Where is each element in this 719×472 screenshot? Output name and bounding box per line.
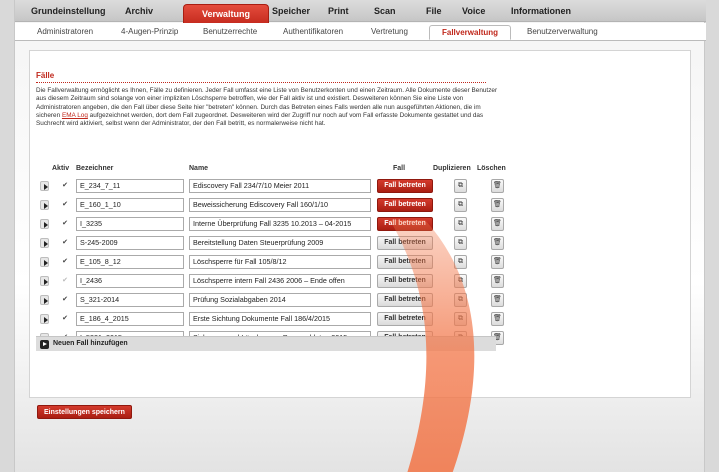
active-checkbox[interactable]: ✔ xyxy=(61,258,69,266)
trash-icon[interactable]: 🗑 xyxy=(491,236,504,250)
ema-log-link[interactable]: EMA Log xyxy=(62,112,88,119)
trash-icon[interactable]: 🗑 xyxy=(491,255,504,269)
app-frame: Grundeinstellung Archiv Verwaltung Speic… xyxy=(14,0,706,472)
subtab-benutzerrechte[interactable]: Benutzerrechte xyxy=(203,27,257,36)
case-code-input[interactable]: I_3235 xyxy=(76,217,184,231)
case-name-input[interactable]: Beweissicherung Ediscovery Fall 160/1/10 xyxy=(189,198,371,212)
table-row: ✔ E_234_7_11 Ediscovery Fall 234/7/10 Meie… xyxy=(36,177,504,195)
tab-scan[interactable]: Scan xyxy=(374,6,396,16)
subtab-4-augen-prinzip[interactable]: 4-Augen-Prinzip xyxy=(121,27,178,36)
col-header-loeschen: Löschen xyxy=(477,165,506,172)
table-row: ✔ S_321-2014 Prüfung Sozialabgaben 2014 Fal… xyxy=(36,291,504,309)
expand-arrow-icon[interactable] xyxy=(40,200,49,210)
case-name-input[interactable]: Erste Sichtung Dokumente Fall 186/4/2015 xyxy=(189,312,371,326)
save-settings-button[interactable]: Einstellungen speichern xyxy=(37,405,132,419)
table-row: ✔ E_160_1_10 Beweissicherung Ediscovery Fa… xyxy=(36,196,504,214)
duplicate-icon[interactable]: ⧉ xyxy=(454,293,467,307)
active-checkbox[interactable]: ✔ xyxy=(61,239,69,247)
duplicate-icon[interactable]: ⧉ xyxy=(454,236,467,250)
case-name-input[interactable]: Löschsperre intern Fall 2436 2006 – Ende… xyxy=(189,274,371,288)
case-code-input[interactable]: E_234_7_11 xyxy=(76,179,184,193)
section-title: Fälle xyxy=(36,71,55,80)
duplicate-icon[interactable]: ⧉ xyxy=(454,198,467,212)
enter-case-button[interactable]: Fall betreten xyxy=(377,198,433,212)
section-description: Die Fallverwaltung ermöglicht es Ihnen, … xyxy=(36,87,506,128)
description-text-2: aufgezeichnet werden, dort dem Fall zuge… xyxy=(36,111,484,128)
subtab-vertretung[interactable]: Vertretung xyxy=(371,27,408,36)
active-checkbox[interactable]: ✔ xyxy=(61,296,69,304)
tab-grundeinstellung[interactable]: Grundeinstellung xyxy=(31,6,106,16)
table-row: ✔ I_3235 Interne Überprüfung Fall 3235 10.… xyxy=(36,215,504,233)
duplicate-icon[interactable]: ⧉ xyxy=(454,312,467,326)
subtab-authentifikatoren[interactable]: Authentifikatoren xyxy=(283,27,343,36)
subtab-fallverwaltung[interactable]: Fallverwaltung xyxy=(429,25,512,40)
trash-icon[interactable]: 🗑 xyxy=(491,217,504,231)
case-name-input[interactable]: Ediscovery Fall 234/7/10 Meier 2011 xyxy=(189,179,371,193)
col-header-bezeichner: Bezeichner xyxy=(76,165,114,172)
table-row: ✔ I_2436 Löschsperre intern Fall 2436 2006… xyxy=(36,272,504,290)
expand-arrow-icon[interactable] xyxy=(40,219,49,229)
col-header-fall: Fall xyxy=(393,165,406,172)
expand-arrow-icon[interactable] xyxy=(40,257,49,267)
trash-icon[interactable]: 🗑 xyxy=(491,198,504,212)
subtab-administratoren[interactable]: Administratoren xyxy=(37,27,93,36)
section-divider xyxy=(36,82,486,83)
case-code-input[interactable]: E_160_1_10 xyxy=(76,198,184,212)
case-name-input[interactable]: Löschsperre für Fall 105/8/12 xyxy=(189,255,371,269)
expand-arrow-icon[interactable] xyxy=(40,314,49,324)
subtab-benutzerverwaltung[interactable]: Benutzerverwaltung xyxy=(527,27,598,36)
trash-icon[interactable]: 🗑 xyxy=(491,179,504,193)
case-code-input[interactable]: S-245-2009 xyxy=(76,236,184,250)
enter-case-button[interactable]: Fall betreten xyxy=(377,274,433,288)
active-checkbox[interactable]: ✔ xyxy=(61,201,69,209)
table-row: ✔ E_186_4_2015 Erste Sichtung Dokumente Fa… xyxy=(36,310,504,328)
duplicate-icon[interactable]: ⧉ xyxy=(454,217,467,231)
enter-case-button[interactable]: Fall betreten xyxy=(377,179,433,193)
col-header-name: Name xyxy=(189,165,209,172)
duplicate-icon[interactable]: ⧉ xyxy=(454,255,467,269)
table-row: ✔ S-245-2009 Bereitstellung Daten Steuerpr… xyxy=(36,234,504,252)
case-code-input[interactable]: E_105_8_12 xyxy=(76,255,184,269)
sub-nav: Administratoren 4-Augen-Prinzip Benutzer… xyxy=(15,23,706,41)
case-name-input[interactable]: Interne Überprüfung Fall 3235 10.2013 – … xyxy=(189,217,371,231)
trash-icon[interactable]: 🗑 xyxy=(491,293,504,307)
expand-arrow-icon[interactable] xyxy=(40,181,49,191)
expand-arrow-icon[interactable] xyxy=(40,238,49,248)
table-row: ✔ E_105_8_12 Löschsperre für Fall 105/8/12… xyxy=(36,253,504,271)
case-name-input[interactable]: Bereitstellung Daten Steuerprüfung 2009 xyxy=(189,236,371,250)
tab-speicher[interactable]: Speicher xyxy=(272,6,310,16)
col-header-aktiv: Aktiv xyxy=(52,165,70,172)
enter-case-button[interactable]: Fall betreten xyxy=(377,293,433,307)
active-checkbox[interactable]: ✔ xyxy=(61,277,69,285)
case-code-input[interactable]: I_2436 xyxy=(76,274,184,288)
top-nav: Grundeinstellung Archiv Verwaltung Speic… xyxy=(15,0,706,25)
trash-icon[interactable]: 🗑 xyxy=(491,274,504,288)
active-checkbox[interactable]: ✔ xyxy=(61,182,69,190)
tab-file[interactable]: File xyxy=(426,6,442,16)
expand-arrow-icon[interactable] xyxy=(40,295,49,305)
tab-informationen[interactable]: Informationen xyxy=(511,6,571,16)
case-name-input[interactable]: Prüfung Sozialabgaben 2014 xyxy=(189,293,371,307)
expand-arrow-icon[interactable] xyxy=(40,276,49,286)
add-case-label[interactable]: Neuen Fall hinzufügen xyxy=(53,340,128,347)
enter-case-button[interactable]: Fall betreten xyxy=(377,236,433,250)
duplicate-icon[interactable]: ⧉ xyxy=(454,179,467,193)
case-code-input[interactable]: E_186_4_2015 xyxy=(76,312,184,326)
enter-case-button[interactable]: Fall betreten xyxy=(377,217,433,231)
enter-case-button[interactable]: Fall betreten xyxy=(377,255,433,269)
case-code-input[interactable]: S_321-2014 xyxy=(76,293,184,307)
tab-voice[interactable]: Voice xyxy=(462,6,485,16)
tab-print[interactable]: Print xyxy=(328,6,349,16)
col-header-duplizieren: Duplizieren xyxy=(433,165,471,172)
main-panel: Fälle Die Fallverwaltung ermöglicht es I… xyxy=(29,50,691,398)
enter-case-button[interactable]: Fall betreten xyxy=(377,312,433,326)
add-case-row[interactable]: Neuen Fall hinzufügen xyxy=(36,336,496,351)
trash-icon[interactable]: 🗑 xyxy=(491,312,504,326)
tab-archiv[interactable]: Archiv xyxy=(125,6,153,16)
duplicate-icon[interactable]: ⧉ xyxy=(454,274,467,288)
tab-verwaltung[interactable]: Verwaltung xyxy=(183,4,270,25)
add-arrow-icon xyxy=(40,340,49,349)
active-checkbox[interactable]: ✔ xyxy=(61,220,69,228)
active-checkbox[interactable]: ✔ xyxy=(61,315,69,323)
